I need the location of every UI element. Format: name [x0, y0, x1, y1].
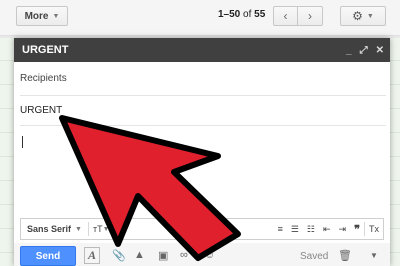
attach-icon[interactable]: 📎: [112, 249, 126, 262]
settings-button[interactable]: ⚙ ▼: [340, 6, 386, 26]
chevron-right-icon: ›: [308, 9, 312, 23]
insert-photo-icon[interactable]: ▣: [158, 249, 168, 262]
bulleted-list-icon: ☷: [306, 223, 315, 234]
send-label: Send: [35, 250, 61, 262]
compose-bottom-bar: Send A 📎 ▲ ▣ ∞ ☺ Saved 🗑 ▼: [14, 243, 390, 266]
clear-formatting-button[interactable]: Tx: [365, 219, 383, 239]
window-controls: _ ⤢ ✕: [346, 38, 384, 62]
pager-of: of: [243, 9, 252, 20]
recipients-field[interactable]: Recipients: [20, 66, 386, 96]
chevron-down-icon: ▼: [366, 12, 374, 20]
bold-button[interactable]: B: [115, 219, 130, 239]
screen: More ▼ 1–50 of 55 ‹ › ⚙ ▼ URGENT _ ⤢ ✕ R…: [0, 0, 400, 266]
chevron-down-icon: ▼: [75, 225, 82, 233]
pager-range: 1–50: [218, 9, 241, 20]
indent-more-button[interactable]: ⇥: [335, 219, 351, 239]
text-cursor: [22, 136, 23, 148]
font-family-select[interactable]: Sans Serif ▼: [21, 219, 88, 239]
quote-button[interactable]: ❞: [350, 219, 364, 239]
numbered-list-icon: ☰: [290, 223, 299, 234]
bulleted-list-button[interactable]: ☷: [303, 219, 319, 239]
compose-title: URGENT: [22, 44, 69, 56]
align-button[interactable]: ≡: [274, 219, 287, 239]
clear-formatting-icon: Tx: [369, 224, 379, 234]
more-button[interactable]: More ▼: [16, 6, 68, 26]
subject-field[interactable]: URGENT: [20, 98, 386, 126]
indent-more-icon: ⇥: [338, 223, 347, 234]
font-size-select[interactable]: тT ▼: [89, 219, 114, 239]
close-icon[interactable]: ✕: [376, 45, 384, 56]
more-options-icon[interactable]: ▼: [370, 251, 378, 260]
indent-less-icon: ⇤: [322, 223, 331, 234]
align-icon: ≡: [277, 224, 283, 234]
chevron-left-icon: ‹: [283, 9, 288, 23]
pagination-text: 1–50 of 55: [218, 9, 265, 20]
mail-toolbar: More ▼ 1–50 of 55 ‹ › ⚙ ▼: [0, 0, 400, 36]
indent-less-button[interactable]: ⇤: [319, 219, 335, 239]
more-label: More: [24, 10, 49, 22]
expand-icon[interactable]: ⤢: [360, 45, 368, 56]
gear-icon: ⚙: [352, 9, 363, 23]
compose-title-bar[interactable]: URGENT _ ⤢ ✕: [14, 38, 390, 62]
chevron-down-icon: ▼: [52, 12, 60, 20]
older-button[interactable]: ›: [298, 6, 323, 26]
recipients-placeholder: Recipients: [20, 73, 67, 84]
subject-value: URGENT: [20, 105, 63, 116]
bold-icon: B: [118, 224, 126, 234]
trash-icon[interactable]: 🗑: [338, 249, 352, 262]
emoji-icon[interactable]: ☺: [204, 249, 215, 261]
quote-icon: ❞: [354, 223, 360, 236]
send-button[interactable]: Send: [20, 246, 76, 266]
formatting-options-icon[interactable]: A: [84, 247, 101, 264]
numbered-list-button[interactable]: ☰: [287, 219, 303, 239]
minimize-icon[interactable]: _: [346, 45, 352, 56]
chevron-down-icon: ▼: [102, 225, 110, 233]
formatting-toolbar: Sans Serif ▼ тT ▼ B ≡ ☰ ☷ ⇤ ⇥ ❞ Tx: [20, 218, 384, 240]
pager-total: 55: [254, 9, 266, 20]
newer-button[interactable]: ‹: [273, 6, 298, 26]
insert-link-icon[interactable]: ∞: [180, 249, 188, 261]
drive-icon[interactable]: ▲: [134, 249, 145, 261]
font-family-label: Sans Serif: [27, 224, 72, 234]
save-status: Saved: [300, 251, 329, 262]
compose-window: URGENT _ ⤢ ✕ Recipients URGENT Sans Seri…: [14, 38, 390, 266]
font-size-icon: тT: [92, 224, 103, 234]
